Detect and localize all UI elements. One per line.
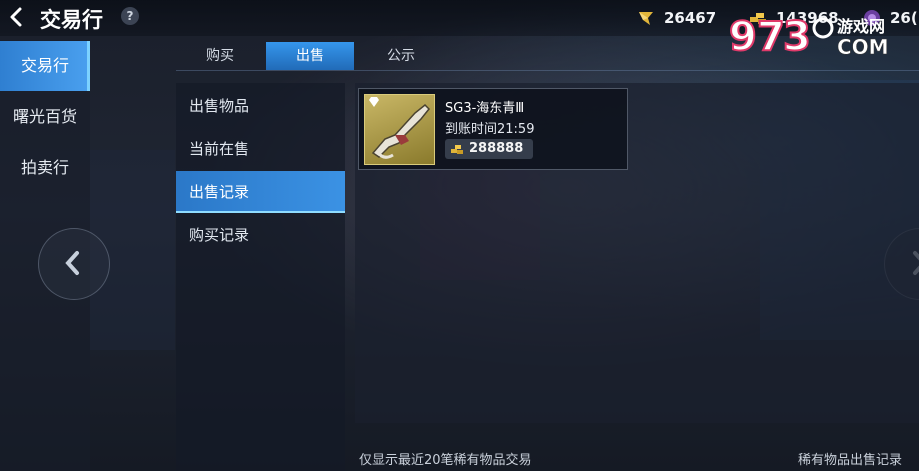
chevron-left-icon <box>65 251 79 275</box>
watermark-digits: 9 <box>729 14 757 60</box>
tab-divider <box>176 70 919 71</box>
sale-record-card[interactable]: SG3-海东青Ⅲ 到账时间21:59 288888 <box>358 88 628 170</box>
price-tag: 288888 <box>445 139 533 159</box>
item-thumbnail <box>364 94 435 165</box>
tab-sell[interactable]: 出售 <box>266 42 354 70</box>
crystal-icon <box>639 12 653 25</box>
item-name: SG3-海东青Ⅲ <box>445 101 525 116</box>
shotgun-icon <box>371 103 431 159</box>
sell-submenu: 出售物品 当前在售 出售记录 购买记录 <box>176 83 345 471</box>
submenu-sell-records[interactable]: 出售记录 <box>176 171 345 213</box>
help-icon[interactable]: ? <box>121 7 139 25</box>
submenu-buy-records[interactable]: 购买记录 <box>176 214 345 256</box>
watermark-text-top: 游戏网 <box>837 17 885 36</box>
crystal-amount: 26467 <box>664 9 717 27</box>
rare-sale-records-link[interactable]: 稀有物品出售记录 <box>798 449 902 468</box>
svg-text:3: 3 <box>783 14 811 60</box>
arrival-time: 到账时间21:59 <box>445 122 535 137</box>
sidebar-item-trading[interactable]: 交易行 <box>0 41 90 91</box>
sidebar-item-dawn-store[interactable]: 曙光百货 <box>0 92 90 142</box>
sidebar-item-auction[interactable]: 拍卖行 <box>0 143 90 193</box>
tab-buy[interactable]: 购买 <box>176 42 264 70</box>
page-title: 交易行 <box>40 8 103 32</box>
item-price: 288888 <box>469 141 524 156</box>
watermark-logo: 9 7 3 游戏网 COM <box>728 13 889 61</box>
submenu-sell-items[interactable]: 出售物品 <box>176 85 345 127</box>
footer-note: 仅显示最近20笔稀有物品交易 <box>359 453 532 468</box>
watermark-text-bottom: COM <box>837 35 889 59</box>
svg-text:7: 7 <box>757 14 785 60</box>
back-arrow-icon[interactable] <box>6 6 28 28</box>
prev-page-button[interactable] <box>38 228 110 300</box>
tab-public[interactable]: 公示 <box>357 42 445 70</box>
submenu-on-sale[interactable]: 当前在售 <box>176 128 345 170</box>
currency-crystal: 26467 <box>636 8 716 28</box>
gold-icon <box>451 145 463 154</box>
